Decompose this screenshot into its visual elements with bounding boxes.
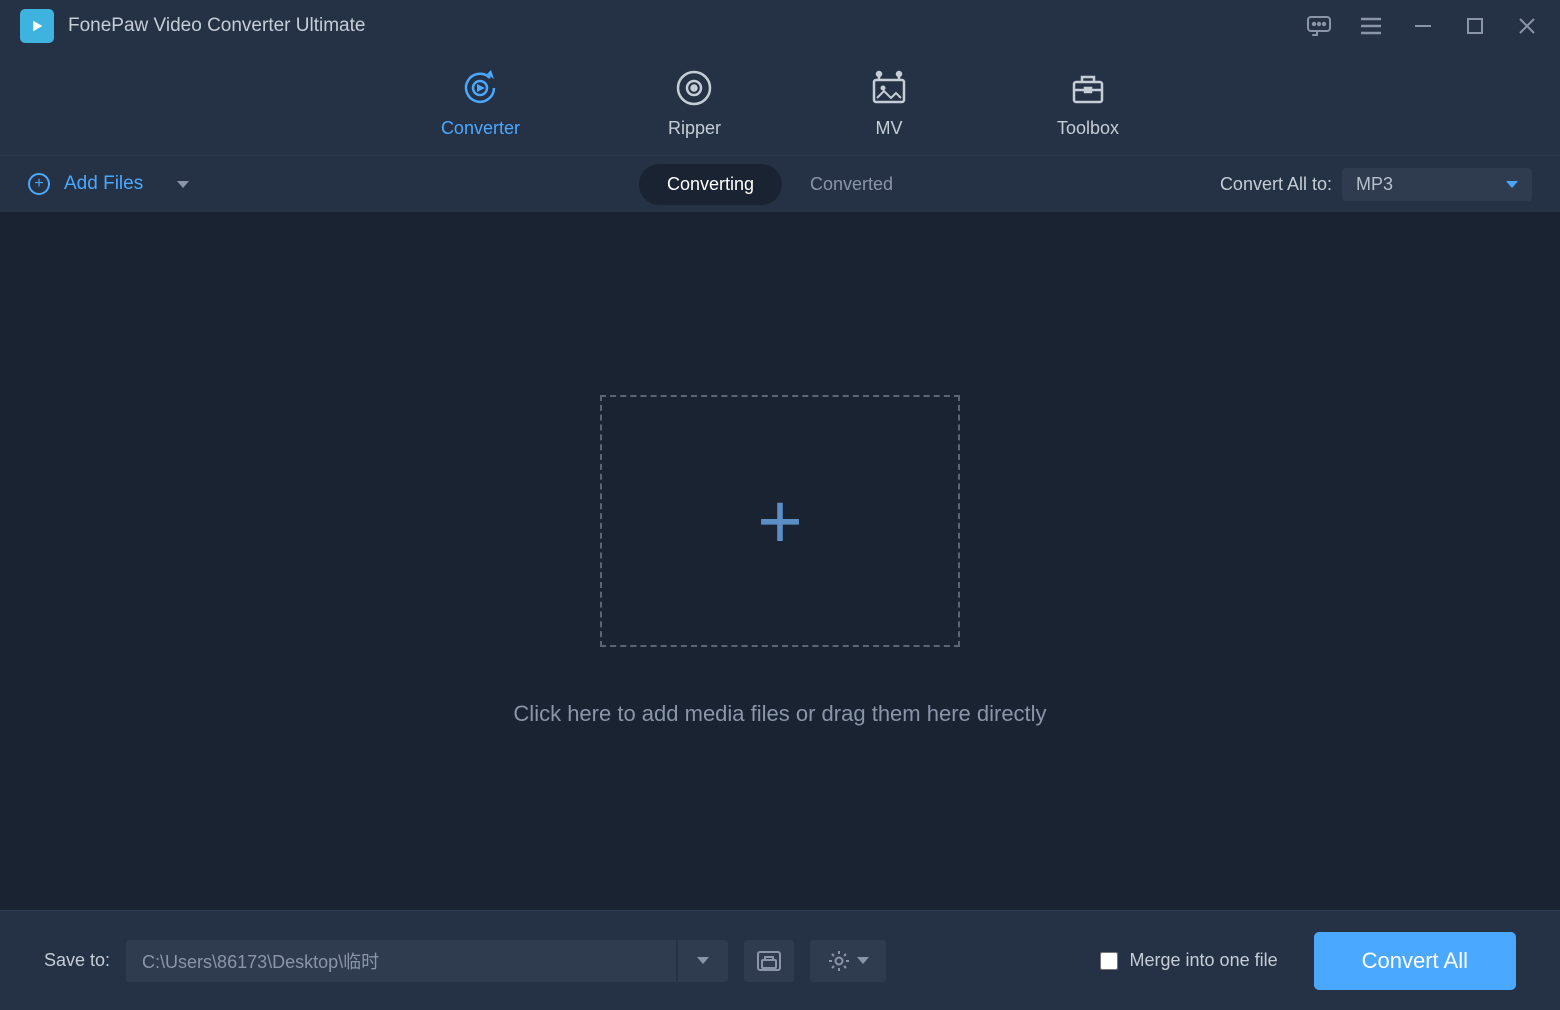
chevron-down-icon[interactable] (177, 181, 189, 188)
tab-label: MV (876, 118, 903, 139)
converter-icon (460, 68, 500, 108)
tab-label: Converter (441, 118, 520, 139)
merge-checkbox-input[interactable] (1100, 952, 1118, 970)
chevron-down-icon (857, 957, 869, 964)
dropzone[interactable]: + (600, 395, 960, 647)
format-value: MP3 (1356, 174, 1393, 195)
plus-icon: + (757, 476, 803, 567)
segment-converting[interactable]: Converting (639, 164, 782, 205)
footer: Save to: Merge into one file Convert All (0, 910, 1560, 1010)
main-area: + Click here to add media files or drag … (0, 212, 1560, 910)
feedback-icon[interactable] (1306, 13, 1332, 39)
merge-checkbox[interactable]: Merge into one file (1100, 950, 1278, 971)
tab-label: Toolbox (1057, 118, 1119, 139)
add-files-label: Add Files (64, 173, 143, 195)
save-to-label: Save to: (44, 950, 110, 971)
minimize-icon[interactable] (1410, 13, 1436, 39)
open-folder-button[interactable] (744, 940, 794, 982)
maximize-icon[interactable] (1462, 13, 1488, 39)
nav-tabs: Converter Ripper MV (0, 52, 1560, 156)
add-files-button[interactable]: + Add Files (28, 173, 189, 195)
titlebar: FonePaw Video Converter Ultimate (0, 0, 1560, 52)
merge-label: Merge into one file (1130, 950, 1278, 971)
tab-converter[interactable]: Converter (417, 60, 544, 147)
convert-all-to: Convert All to: MP3 (1220, 168, 1532, 201)
tab-mv[interactable]: MV (845, 60, 933, 147)
convert-all-to-label: Convert All to: (1220, 174, 1332, 195)
convert-all-button[interactable]: Convert All (1314, 932, 1516, 990)
toolbar: + Add Files Converting Converted Convert… (0, 156, 1560, 212)
settings-button[interactable] (810, 940, 886, 982)
app-logo (20, 9, 54, 43)
save-path-input[interactable] (126, 940, 676, 982)
tab-toolbox[interactable]: Toolbox (1033, 60, 1143, 147)
tab-label: Ripper (668, 118, 721, 139)
close-icon[interactable] (1514, 13, 1540, 39)
toolbox-icon (1068, 68, 1108, 108)
tab-ripper[interactable]: Ripper (644, 60, 745, 147)
chevron-down-icon (1506, 181, 1518, 188)
plus-circle-icon: + (28, 173, 50, 195)
status-segmented: Converting Converted (639, 164, 921, 205)
segment-converted[interactable]: Converted (782, 164, 921, 205)
format-select[interactable]: MP3 (1342, 168, 1532, 201)
app-title: FonePaw Video Converter Ultimate (68, 15, 365, 37)
dropzone-text: Click here to add media files or drag th… (513, 701, 1046, 727)
ripper-icon (674, 68, 714, 108)
save-path-dropdown[interactable] (678, 940, 728, 982)
mv-icon (869, 68, 909, 108)
menu-icon[interactable] (1358, 13, 1384, 39)
